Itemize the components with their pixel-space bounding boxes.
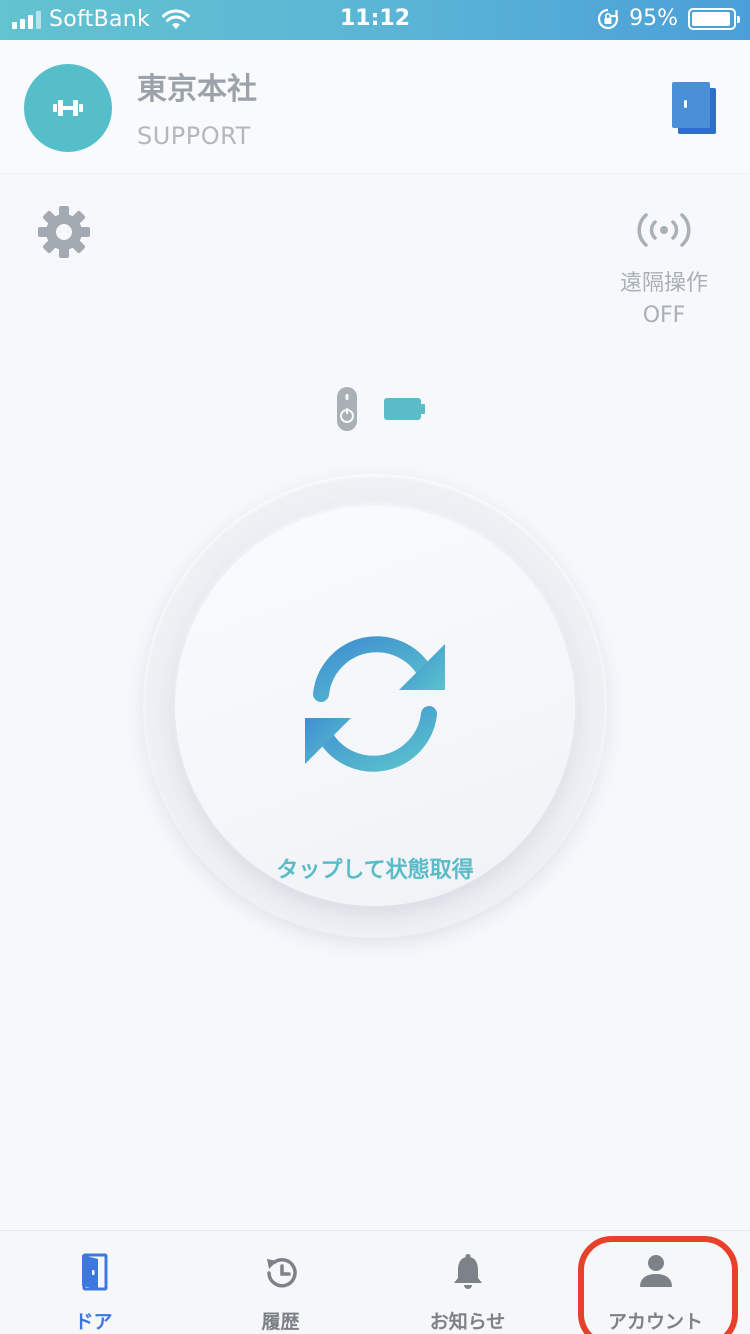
rotation-lock-icon [598,8,619,29]
bell-icon [453,1254,482,1289]
battery-full-icon [384,398,425,420]
status-button-outer-ring: タップして状態取得 [143,474,607,938]
header: 東京本社 SUPPORT [0,40,750,174]
door-switch-button[interactable] [670,80,718,136]
refresh-icon [305,636,445,772]
battery-icon [688,7,740,30]
avatar[interactable] [24,64,112,152]
gear-icon [38,206,90,258]
organization-role: SUPPORT [137,122,251,150]
settings-button[interactable] [36,204,92,260]
battery-percent: 95% [629,6,678,31]
status-bar: SoftBank 11:12 95% [0,0,750,40]
remote-operation-label: 遠隔操作 [619,271,708,296]
dumbbell-icon [53,100,83,116]
broadcast-icon [637,213,691,247]
tab-notifications-label: お知らせ [429,1311,506,1333]
tab-door[interactable]: ドア [0,1231,187,1334]
door-icon [81,1253,107,1291]
organization-name: 東京本社 [137,72,257,107]
remote-operation-state: OFF [642,303,686,328]
remote-operation-toggle[interactable]: 遠隔操作 OFF [614,210,714,332]
tab-door-label: ドア [74,1311,113,1333]
lock-device-icon [337,387,357,431]
tab-history-label: 履歴 [261,1311,300,1333]
tab-notifications[interactable]: お知らせ [374,1231,561,1334]
get-status-label: タップして状態取得 [276,858,474,883]
device-status [336,386,426,432]
door-switch-icon [672,82,716,134]
history-icon [266,1258,297,1288]
account-tab-highlight-annotation [578,1236,738,1334]
get-status-button[interactable]: タップして状態取得 [175,506,575,906]
tab-history[interactable]: 履歴 [187,1231,374,1334]
